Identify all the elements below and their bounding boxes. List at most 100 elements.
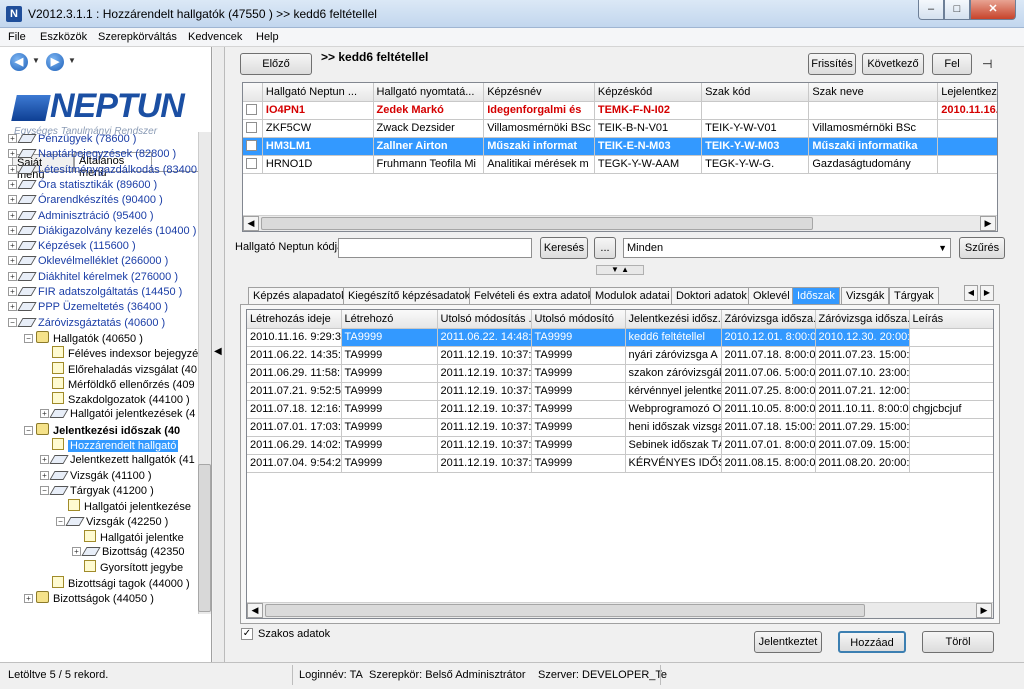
scroll-right-icon[interactable]: ▶ — [976, 603, 992, 618]
menu-file[interactable]: File — [8, 31, 26, 43]
row-select-cell[interactable] — [243, 101, 263, 120]
table-row[interactable]: ZKF5CW Zwack Dezsider Villamosmérnöki BSc T… — [243, 119, 997, 138]
expand-toggle-icon[interactable]: + — [8, 225, 17, 235]
row-select-cell[interactable] — [243, 137, 263, 156]
tab-diploma[interactable]: Oklevél — [748, 287, 795, 305]
row-checkbox[interactable] — [246, 103, 257, 115]
expand-toggle-icon[interactable]: + — [40, 455, 49, 465]
column-header[interactable]: Záróvizsga idősza... — [815, 310, 910, 329]
tree-item[interactable]: Előrehaladás vizsgálat (40 — [40, 361, 197, 377]
menu-tools[interactable]: Eszközök — [40, 31, 87, 43]
column-header[interactable]: Lejelentkezés dát... — [937, 83, 997, 102]
tree-scroll-thumb[interactable] — [198, 464, 211, 612]
pin-icon[interactable]: ⊣ — [982, 57, 992, 71]
expand-toggle-icon[interactable]: − — [24, 333, 33, 343]
students-grid-hscroll[interactable]: ◀ ▶ — [243, 215, 997, 231]
filter-select[interactable]: Minden ▼ — [623, 238, 951, 258]
next-button[interactable]: Következő — [862, 53, 924, 75]
expand-toggle-icon[interactable]: + — [8, 256, 17, 266]
filter-button[interactable]: Szűrés — [959, 237, 1005, 259]
expand-toggle-icon[interactable]: + — [40, 470, 49, 480]
expand-toggle-icon[interactable]: + — [8, 302, 17, 312]
table-row[interactable]: 2010.11.16. 9:29:32 TA9999 2011.06.22. 14:… — [247, 328, 993, 347]
maximize-button[interactable]: □ — [944, 0, 970, 20]
row-checkbox[interactable] — [246, 139, 257, 151]
tab-extra-education[interactable]: Kiegészítő képzésadatok — [343, 287, 476, 305]
minimize-button[interactable]: – — [918, 0, 944, 20]
row-checkbox[interactable] — [246, 157, 257, 169]
tree-item[interactable]: + Diákhitel kérelmek (276000 ) — [8, 270, 178, 285]
search-button[interactable]: Keresés — [540, 237, 588, 259]
apply-button[interactable]: Jelentkeztet — [754, 631, 822, 653]
tree-item[interactable]: + Oklevélmelléklet (266000 ) — [8, 254, 168, 269]
column-header[interactable]: Létrehozó — [341, 310, 438, 329]
tree-item[interactable]: Mérföldkő ellenőrzés (409 — [40, 376, 195, 392]
collapse-arrow-icon[interactable]: ◀ — [214, 346, 222, 357]
tree-item[interactable]: + Naptárbejegyzések (82800 ) — [8, 147, 176, 162]
tab-subjects[interactable]: Tárgyak — [889, 287, 939, 305]
expand-toggle-icon[interactable]: + — [72, 547, 81, 557]
expand-toggle-icon[interactable]: + — [8, 210, 17, 220]
tree-item[interactable]: Gyorsított jegybe — [72, 560, 183, 575]
tree-item[interactable]: − Jelentkezési időszak (40 — [24, 422, 180, 438]
tree-item[interactable]: Hallgatói jelentke — [72, 529, 184, 545]
tree-item[interactable]: − Hallgatók (40650 ) — [24, 330, 143, 346]
refresh-button[interactable]: Frissítés — [808, 53, 856, 75]
table-row[interactable]: 2011.06.29. 14:02:1 TA9999 2011.12.19. 10:… — [247, 436, 993, 455]
back-dropdown-icon[interactable]: ▼ — [32, 56, 40, 65]
tree-item[interactable]: − Vizsgák (42250 ) — [56, 515, 168, 530]
tree-item[interactable]: + Képzések (115600 ) — [8, 239, 136, 254]
specialization-checkbox[interactable]: ✓ — [241, 628, 253, 640]
prev-button[interactable]: Előző — [240, 53, 312, 75]
column-header[interactable] — [243, 83, 263, 102]
table-row[interactable]: 2011.07.04. 9:54:29 TA9999 2011.12.19. 10:… — [247, 454, 993, 473]
tree-item[interactable]: Hozzárendelt hallgató — [40, 438, 179, 453]
column-header[interactable]: Szak kód — [701, 83, 810, 102]
scroll-left-icon[interactable]: ◀ — [243, 216, 259, 231]
tree-item[interactable]: + Órarendkészítés (90400 ) — [8, 193, 163, 208]
column-header[interactable]: Képzéskód — [594, 83, 703, 102]
expand-toggle-icon[interactable]: − — [56, 516, 65, 526]
table-row[interactable]: 2011.06.29. 11:58:1 TA9999 2011.12.19. 10:… — [247, 364, 993, 383]
tree-item[interactable]: + Bizottságok (44050 ) — [24, 591, 154, 606]
expand-toggle-icon[interactable]: + — [8, 287, 17, 296]
scroll-left-icon[interactable]: ◀ — [247, 603, 263, 618]
tab-education-basic[interactable]: Képzés alapadatok — [248, 287, 352, 305]
expand-toggle-icon[interactable]: + — [8, 271, 17, 281]
row-select-cell[interactable] — [243, 155, 263, 174]
table-row[interactable]: IO4PN1 Zedek Markó Idegenforgalmi és TEMK-F… — [243, 101, 997, 120]
table-row[interactable]: HM3LM1 Zallner Airton Műszaki informat TEIK… — [243, 137, 997, 156]
column-header[interactable]: Hallgató nyomtatá... — [373, 83, 485, 102]
tree-item[interactable]: + Jelentkezett hallgatók (41 — [40, 453, 195, 468]
column-header[interactable]: Létrehozás ideje — [247, 310, 342, 329]
tab-scroll-left-icon[interactable]: ◀ — [964, 285, 978, 301]
tree-item[interactable]: + Pénzügyek (78600 ) — [8, 132, 136, 147]
tree-item[interactable]: Féléves indexsor bejegyzé — [40, 346, 198, 361]
row-select-cell[interactable] — [243, 119, 263, 138]
up-button[interactable]: Fel — [932, 53, 972, 75]
students-grid-hthumb[interactable] — [261, 217, 813, 230]
tree-item[interactable]: Hallgatói jelentkezése — [56, 499, 191, 514]
tree-item[interactable]: Bizottsági tagok (44000 ) — [40, 575, 190, 591]
periods-grid-hscroll[interactable]: ◀ ▶ — [247, 602, 993, 618]
table-row[interactable]: 2011.07.18. 12:16:0 TA9999 2011.12.19. 10:… — [247, 400, 993, 419]
expand-toggle-icon[interactable]: + — [8, 149, 17, 159]
add-button[interactable]: Hozzáad — [838, 631, 906, 653]
menu-favorites[interactable]: Kedvencek — [188, 31, 242, 43]
ellipsis-button[interactable]: ... — [594, 237, 616, 259]
column-header[interactable]: Utolsó módosítás ... — [437, 310, 532, 329]
tab-doctoral[interactable]: Doktori adatok — [671, 287, 752, 305]
forward-dropdown-icon[interactable]: ▼ — [68, 56, 76, 65]
expand-toggle-icon[interactable]: − — [24, 425, 33, 435]
periods-grid-hthumb[interactable] — [265, 604, 865, 617]
forward-icon[interactable]: ▶ — [46, 53, 64, 71]
expand-toggle-icon[interactable]: − — [8, 317, 17, 327]
expand-toggle-icon[interactable]: + — [8, 164, 17, 174]
expand-toggle-icon[interactable]: + — [8, 134, 17, 143]
expand-toggle-icon[interactable]: − — [40, 485, 49, 495]
table-row[interactable]: 2011.07.21. 9:52:57 TA9999 2011.12.19. 10:… — [247, 382, 993, 401]
expand-toggle-icon[interactable]: + — [8, 179, 17, 189]
tab-period[interactable]: Időszak — [792, 287, 840, 305]
expand-toggle-icon[interactable]: + — [8, 195, 17, 205]
column-header[interactable]: Hallgató Neptun ... — [262, 83, 374, 102]
